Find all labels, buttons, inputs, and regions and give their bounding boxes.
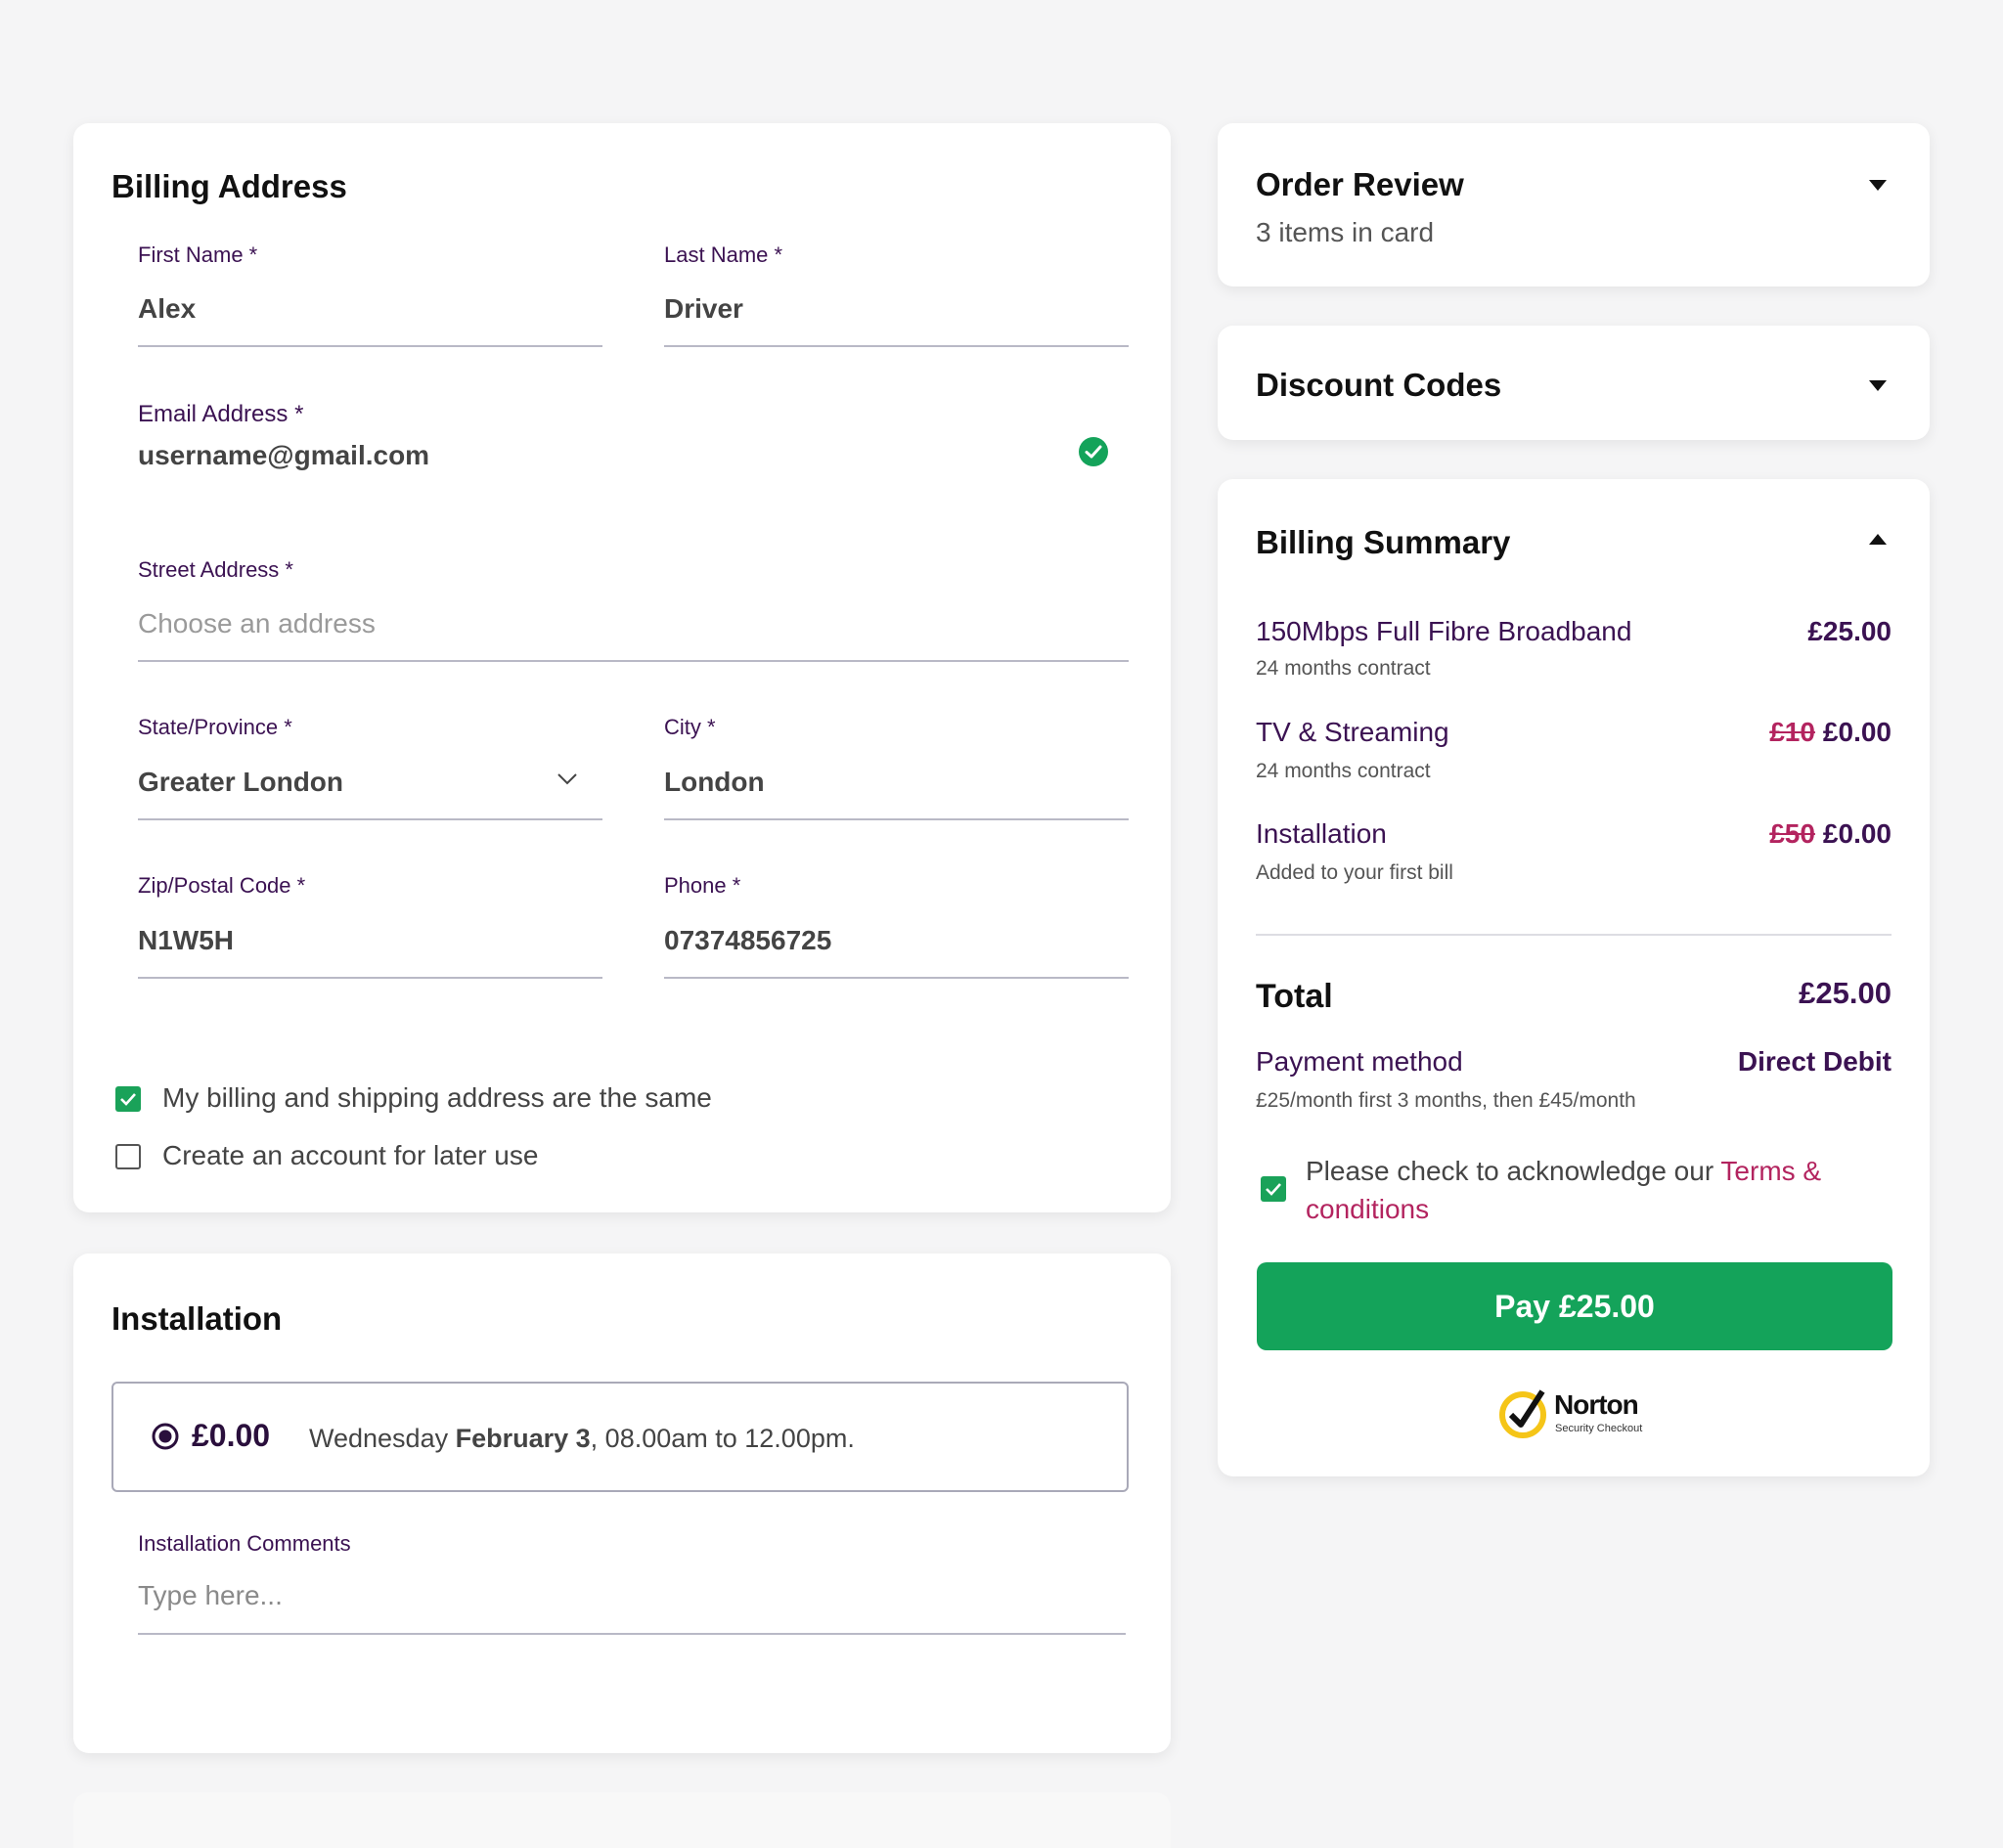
same-address-checkbox[interactable] xyxy=(115,1086,141,1112)
discount-codes-title: Discount Codes xyxy=(1256,367,1502,403)
summary-divider xyxy=(1256,934,1892,936)
installation-date: February 3 xyxy=(455,1424,591,1453)
norton-sub: Security Checkout xyxy=(1555,1423,1643,1434)
norton-badge: Norton Security Checkout xyxy=(1499,1384,1656,1442)
billing-summary-title: Billing Summary xyxy=(1256,524,1511,560)
city-underline xyxy=(664,818,1129,820)
order-review-caret-down-icon[interactable] xyxy=(1869,180,1887,191)
state-label: State/Province * xyxy=(138,715,292,739)
state-underline xyxy=(138,818,602,820)
street-address-underline xyxy=(138,660,1129,662)
create-account-checkbox[interactable] xyxy=(115,1144,141,1169)
installation-comments-underline xyxy=(138,1633,1126,1635)
summary-item-price: £10 £0.00 xyxy=(1769,717,1892,748)
installation-title: Installation xyxy=(111,1300,283,1337)
terms-checkbox[interactable] xyxy=(1261,1176,1286,1202)
phone-input[interactable]: 07374856725 xyxy=(664,925,831,956)
first-name-input[interactable]: Alex xyxy=(138,293,196,325)
installation-option-time: Wednesday February 3, 08.00am to 12.00pm… xyxy=(309,1424,855,1454)
summary-item-sub: Added to your first bill xyxy=(1256,861,1453,884)
first-name-underline xyxy=(138,345,602,347)
summary-item-name: 150Mbps Full Fibre Broadband xyxy=(1256,616,1632,646)
installation-comments-label: Installation Comments xyxy=(138,1531,351,1556)
last-name-underline xyxy=(664,345,1129,347)
phone-underline xyxy=(664,977,1129,979)
billing-summary-caret-up-icon[interactable] xyxy=(1869,534,1887,545)
installation-time: , 08.00am to 12.00pm. xyxy=(590,1424,855,1453)
pay-button[interactable]: Pay £25.00 xyxy=(1257,1262,1892,1350)
installation-comments-input[interactable]: Type here... xyxy=(138,1580,283,1611)
installation-option-price: £0.00 xyxy=(192,1418,271,1453)
city-label: City * xyxy=(664,715,716,739)
order-review-subtitle: 3 items in card xyxy=(1256,217,1435,247)
summary-item-sub: 24 months contract xyxy=(1256,760,1431,782)
state-select[interactable]: Greater London xyxy=(138,767,343,798)
same-address-label[interactable]: My billing and shipping address are the … xyxy=(162,1082,712,1114)
pay-button-label: Pay £25.00 xyxy=(1494,1288,1655,1324)
zip-underline xyxy=(138,977,602,979)
valid-check-icon xyxy=(1079,437,1108,466)
payment-method-value: Direct Debit xyxy=(1737,1046,1892,1077)
street-address-label: Street Address * xyxy=(138,557,293,582)
email-label: Email Address * xyxy=(138,401,304,427)
installation-day: Wednesday xyxy=(309,1424,449,1453)
order-review-card[interactable]: Order Review 3 items in card xyxy=(1218,123,1930,286)
chevron-down-icon[interactable] xyxy=(556,772,578,786)
summary-item-price: £50 £0.00 xyxy=(1769,818,1892,850)
order-review-title: Order Review xyxy=(1256,166,1464,202)
summary-item-old-price: £50 xyxy=(1769,818,1815,849)
discount-codes-caret-down-icon[interactable] xyxy=(1869,380,1887,391)
create-account-label[interactable]: Create an account for later use xyxy=(162,1140,538,1171)
billing-address-title: Billing Address xyxy=(111,168,347,204)
summary-item-price-value: £25.00 xyxy=(1807,616,1892,646)
summary-item-sub: 24 months contract xyxy=(1256,657,1431,680)
billing-summary-card: Billing Summary 150Mbps Full Fibre Broad… xyxy=(1218,479,1930,1476)
email-input[interactable]: username@gmail.com xyxy=(138,440,429,471)
city-input[interactable]: London xyxy=(664,767,765,798)
next-section-card xyxy=(73,1792,1171,1848)
street-address-input[interactable]: Choose an address xyxy=(138,608,376,639)
summary-item-name: TV & Streaming xyxy=(1256,717,1449,747)
zip-label: Zip/Postal Code * xyxy=(138,873,306,898)
installation-slot-option[interactable]: £0.00 Wednesday February 3, 08.00am to 1… xyxy=(111,1382,1129,1492)
payment-method-label: Payment method xyxy=(1256,1046,1463,1077)
discount-codes-card[interactable]: Discount Codes xyxy=(1218,326,1930,440)
first-name-label: First Name * xyxy=(138,242,258,267)
radio-selected-icon[interactable] xyxy=(152,1423,179,1450)
payment-note: £25/month first 3 months, then £45/month xyxy=(1256,1089,1636,1112)
summary-item-old-price: £10 xyxy=(1769,717,1815,747)
summary-item-price: £25.00 xyxy=(1807,616,1892,647)
norton-name: Norton xyxy=(1554,1389,1639,1420)
total-label: Total xyxy=(1256,978,1333,1015)
summary-item-price-value: £0.00 xyxy=(1822,818,1892,849)
phone-label: Phone * xyxy=(664,873,741,898)
summary-item-name: Installation xyxy=(1256,818,1387,849)
last-name-input[interactable]: Driver xyxy=(664,293,743,325)
summary-item-price-value: £0.00 xyxy=(1822,717,1892,747)
total-value: £25.00 xyxy=(1799,976,1892,1010)
terms-prefix: Please check to acknowledge our xyxy=(1306,1156,1721,1186)
terms-text: Please check to acknowledge our Terms & … xyxy=(1306,1152,1873,1228)
zip-input[interactable]: N1W5H xyxy=(138,925,234,956)
billing-address-card: Billing Address First Name * Alex Last N… xyxy=(73,123,1171,1212)
installation-card: Installation £0.00 Wednesday February 3,… xyxy=(73,1254,1171,1753)
last-name-label: Last Name * xyxy=(664,242,783,267)
norton-check-icon xyxy=(1499,1387,1550,1438)
